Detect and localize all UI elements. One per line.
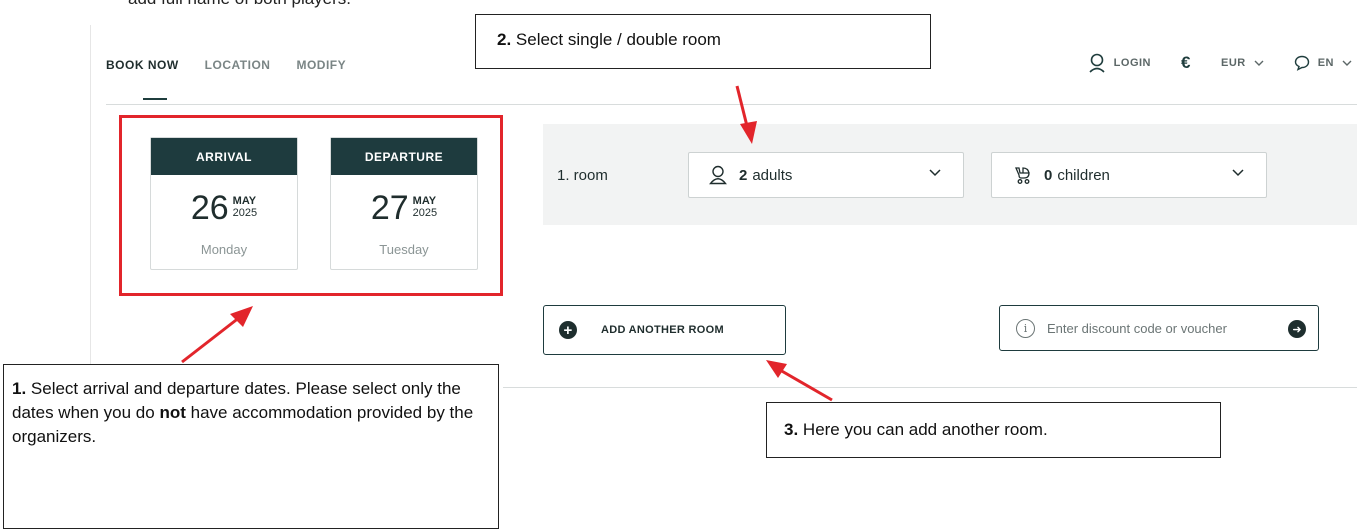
callout-2-text: Select single / double room [511, 30, 721, 49]
arrowhead-room [740, 121, 757, 144]
callout-step-3: 3. Here you can add another room. [766, 402, 1221, 458]
callout-1-bold: not [159, 403, 186, 422]
callout-1-number: 1. [12, 379, 27, 398]
arrow-to-dates [181, 315, 241, 364]
callout-step-1: 1. Select arrival and departure dates. P… [3, 364, 499, 529]
callout-2-number: 2. [497, 30, 512, 49]
callout-step-2: 2. Select single / double room [475, 14, 931, 69]
callout-3-text: Here you can add another room. [798, 420, 1048, 439]
arrow-to-add-room [779, 368, 833, 402]
arrowhead-add-room [766, 360, 787, 378]
callout-3-number: 3. [784, 420, 799, 439]
